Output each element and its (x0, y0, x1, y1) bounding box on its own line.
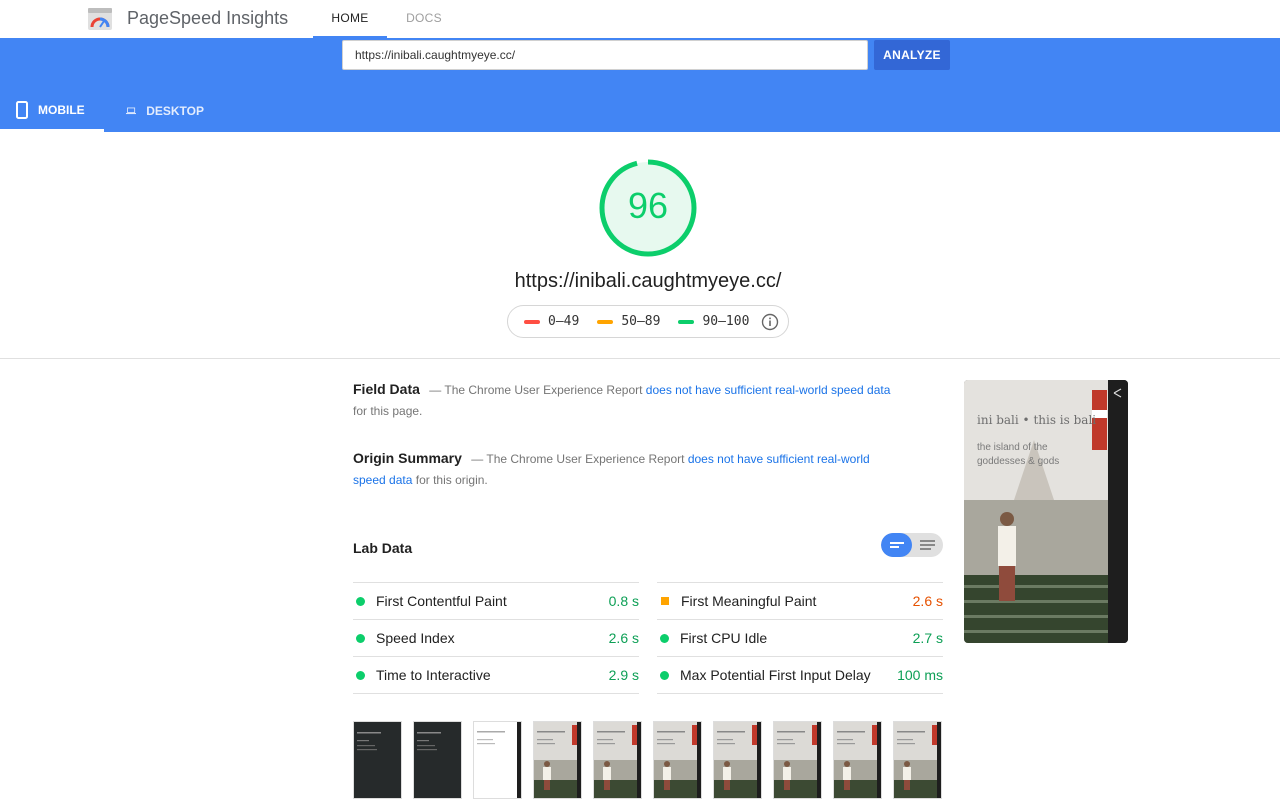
legend-item-pass: 90–100 (678, 314, 749, 329)
filmstrip-thumbnail (534, 722, 581, 798)
legend-swatch-pass (678, 319, 695, 324)
filmstrip-frame (593, 721, 642, 799)
metric-value: 100 ms (897, 667, 943, 683)
smartphone-icon (16, 100, 28, 119)
metric-row: Max Potential First Input Delay 100 ms (657, 656, 943, 694)
origin-summary-section: Origin Summary — The Chrome User Experie… (353, 448, 893, 491)
loading-filmstrip (353, 721, 953, 801)
lab-data-heading: Lab Data (353, 540, 413, 556)
tab-docs[interactable]: DOCS (387, 0, 461, 38)
url-band: ANALYZE MOBILE DESKTOP (0, 38, 1280, 132)
final-screenshot: ini bali • this is bali the island of th… (964, 380, 1128, 643)
metric-name: First CPU Idle (680, 630, 768, 646)
legend-swatch-fail (524, 319, 540, 324)
filmstrip-thumbnail (477, 722, 521, 798)
filmstrip-thumbnail (654, 722, 701, 798)
metric-value: 0.8 s (608, 593, 639, 609)
filmstrip-thumbnail (417, 732, 441, 751)
filmstrip-thumbnail (594, 722, 641, 798)
filmstrip-thumbnail (714, 722, 761, 798)
origin-summary-heading: Origin Summary (353, 450, 462, 466)
metric-row: Speed Index 2.6 s (353, 619, 639, 656)
filmstrip-thumbnail (834, 722, 881, 798)
metrics-column-right: First Meaningful Paint 2.6 s First CPU I… (657, 582, 943, 694)
metric-name: Max Potential First Input Delay (680, 667, 871, 683)
legend-label-fail: 0–49 (548, 314, 580, 329)
filmstrip-frame (773, 721, 822, 799)
section-divider (0, 358, 1280, 359)
tab-desktop-label: DESKTOP (146, 104, 204, 118)
url-input[interactable] (342, 40, 868, 70)
legend-swatch-average (597, 319, 614, 324)
metric-name: Speed Index (376, 630, 455, 646)
average-status-icon (661, 597, 669, 605)
metric-row: First CPU Idle 2.7 s (657, 619, 943, 656)
filmstrip-frame (833, 721, 882, 799)
metric-row: First Meaningful Paint 2.6 s (657, 582, 943, 619)
tab-mobile-label: MOBILE (38, 102, 85, 117)
metric-name: First Contentful Paint (376, 593, 507, 609)
filmstrip-frame (473, 721, 522, 799)
screenshot-subtitle: the island of the (977, 442, 1048, 453)
filmstrip-thumbnail (357, 732, 381, 751)
metric-row: First Contentful Paint 0.8 s (353, 582, 639, 619)
info-icon[interactable] (761, 313, 779, 331)
filmstrip-thumbnail (894, 722, 941, 798)
field-data-text: — The Chrome User Experience Report (429, 383, 643, 397)
list-lines-icon (920, 540, 935, 550)
field-data-heading: Field Data (353, 381, 420, 397)
metric-name: Time to Interactive (376, 667, 491, 683)
metric-value: 2.6 s (912, 593, 943, 609)
screenshot-subtitle: goddesses & gods (977, 456, 1060, 467)
pagespeed-logo-icon[interactable] (88, 7, 112, 31)
metrics-column-left: First Contentful Paint 0.8 s Speed Index… (353, 582, 639, 694)
toggle-compact-view[interactable] (881, 533, 912, 557)
field-data-link[interactable]: does not have sufficient real-world spee… (646, 383, 891, 397)
legend-item-average: 50–89 (597, 314, 660, 329)
tab-desktop[interactable]: DESKTOP (110, 90, 220, 132)
tested-url: https://inibali.caughtmyeye.cc/ (514, 270, 782, 292)
filmstrip-frame (533, 721, 582, 799)
legend-label-average: 50–89 (621, 314, 661, 329)
origin-summary-text: — The Chrome User Experience Report (471, 452, 685, 466)
toggle-expanded-view[interactable] (912, 533, 943, 557)
short-lines-icon (890, 542, 904, 548)
tab-home[interactable]: HOME (313, 0, 387, 38)
legend-item-fail: 0–49 (524, 314, 579, 329)
good-status-icon (356, 633, 365, 643)
filmstrip-frame (893, 721, 942, 799)
good-status-icon (356, 670, 365, 680)
good-status-icon (660, 670, 669, 680)
metric-value: 2.9 s (608, 667, 639, 683)
good-status-icon (356, 596, 365, 606)
good-status-icon (660, 633, 669, 643)
filmstrip-frame (713, 721, 762, 799)
analyze-button[interactable]: ANALYZE (874, 40, 950, 70)
filmstrip-frame (653, 721, 702, 799)
metric-name: First Meaningful Paint (681, 593, 817, 609)
top-nav: PageSpeed Insights HOME DOCS (0, 0, 1280, 38)
tab-mobile[interactable]: MOBILE (0, 90, 104, 132)
origin-summary-text-end: for this origin. (415, 473, 488, 487)
score-legend: 0–49 50–89 90–100 (507, 305, 789, 338)
metric-row: Time to Interactive 2.9 s (353, 656, 639, 694)
filmstrip-frame (353, 721, 402, 799)
legend-label-pass: 90–100 (702, 314, 750, 329)
performance-score: 96 (627, 185, 669, 226)
filmstrip-thumbnail (774, 722, 821, 798)
field-data-text-end: for this page. (353, 404, 423, 418)
metrics-view-toggle[interactable] (881, 533, 943, 557)
metric-value: 2.7 s (912, 630, 943, 646)
app-title: PageSpeed Insights (127, 8, 289, 28)
field-data-section: Field Data — The Chrome User Experience … (353, 379, 893, 422)
filmstrip-frame (413, 721, 462, 799)
metric-value: 2.6 s (608, 630, 639, 646)
screenshot-site-title: ini bali • this is bali (977, 413, 1097, 427)
laptop-icon (126, 107, 137, 115)
